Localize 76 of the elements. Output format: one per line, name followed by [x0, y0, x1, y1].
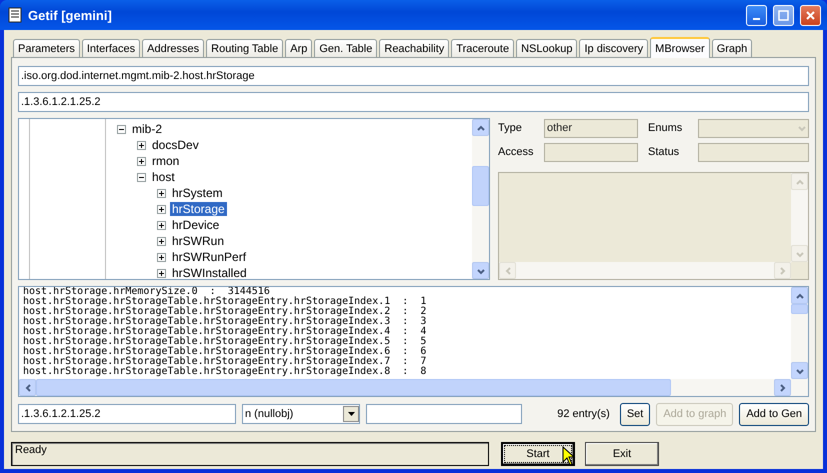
minimize-button[interactable]	[746, 4, 767, 26]
expand-box-icon[interactable]	[157, 236, 166, 246]
scroll-thumb[interactable]	[36, 379, 671, 396]
action-button[interactable]: Exit	[585, 442, 659, 466]
cursor-icon	[562, 446, 576, 466]
dropdown-arrow-icon	[348, 412, 354, 416]
scroll-thumb[interactable]	[791, 304, 808, 314]
horizontal-scrollbar[interactable]	[499, 262, 791, 279]
type-label: Type	[498, 122, 523, 134]
window-title: Getif [gemini]	[28, 8, 113, 22]
tab[interactable]: Parameters	[13, 39, 80, 57]
result-line: host.hrStorage.hrStorageTable.hrStorageEntry.hrStorageIndex.5 : 5	[23, 337, 428, 347]
horizontal-scrollbar[interactable]	[19, 379, 791, 396]
tab[interactable]: Graph	[712, 39, 752, 57]
expand-box-icon[interactable]	[157, 204, 166, 214]
maximize-icon	[778, 10, 789, 20]
result-line: host.hrStorage.hrStorageTable.hrStorageEntry.hrStorageIndex.8 : 8	[23, 367, 428, 377]
expand-box-icon[interactable]	[137, 140, 146, 150]
expand-box-icon[interactable]	[157, 252, 166, 262]
tab[interactable]: Addresses	[142, 39, 204, 57]
vertical-scrollbar[interactable]	[791, 287, 808, 379]
tab[interactable]: Traceroute	[451, 39, 514, 57]
expand-box-icon[interactable]	[157, 268, 166, 278]
result-line: host.hrStorage.hrStorageTable.hrStorageEntry.hrStorageIndex.6 : 6	[23, 347, 428, 357]
collapse-box-icon[interactable]	[137, 172, 146, 182]
status-text: Ready	[11, 442, 489, 466]
tree-item[interactable]: rmon	[150, 154, 182, 168]
result-line: host.hrStorage.hrStorageTable.hrStorageEntry.hrStorageIndex.7 : 7	[23, 357, 428, 367]
close-icon	[805, 10, 816, 20]
oid-field[interactable]: .1.3.6.1.2.1.25.2	[18, 92, 809, 112]
result-line: host.hrStorage.hrStorageTable.hrStorageEntry.hrStorageIndex.1 : 1	[23, 297, 428, 307]
status-label: Status	[648, 146, 680, 158]
enums-label: Enums	[648, 122, 684, 134]
tab[interactable]: MBrowser	[650, 37, 710, 58]
minimize-icon	[753, 18, 760, 20]
scroll-thumb[interactable]	[472, 166, 489, 206]
tree-item[interactable]: hrDevice	[170, 218, 222, 232]
tab[interactable]: NSLookup	[516, 39, 578, 57]
tab[interactable]: Arp	[285, 39, 312, 57]
tree-item[interactable]: host	[150, 170, 177, 184]
value-type-dropdown[interactable]: n (nullobj)	[242, 404, 360, 424]
oid-name-field[interactable]: .iso.org.dod.internet.mgmt.mib-2.host.hrStorage	[18, 66, 809, 86]
tab[interactable]: Routing Table	[206, 39, 284, 57]
maximize-button[interactable]	[773, 4, 794, 26]
tree-item[interactable]: hrSWRun	[170, 234, 226, 248]
expand-box-icon[interactable]	[137, 156, 146, 166]
tree-item[interactable]: mib-2	[130, 122, 164, 136]
type-field: other	[544, 118, 638, 138]
access-label: Access	[498, 146, 534, 158]
tree-item[interactable]: hrSWRunPerf	[170, 250, 248, 264]
value-field[interactable]	[366, 404, 522, 424]
tree-item[interactable]: hrSystem	[170, 186, 225, 200]
mib-tree[interactable]: mib-2 docsDev rmon host hrSystem hrStorage hrDevice hrSWRun hrSWRunPerf hrSWInstalled	[18, 118, 490, 280]
scrollbar-corner	[791, 379, 808, 396]
tab[interactable]: Ip discovery	[579, 39, 648, 57]
close-button[interactable]	[800, 4, 821, 26]
results-list[interactable]	[18, 286, 809, 397]
vertical-scrollbar[interactable]	[791, 173, 808, 262]
tree-item[interactable]: hrStorage	[170, 202, 227, 216]
entry-count: 92 entry(s)	[557, 408, 610, 420]
app-icon	[8, 7, 22, 23]
tab[interactable]: Gen. Table	[314, 39, 378, 57]
collapse-box-icon[interactable]	[117, 124, 126, 134]
tree-item[interactable]: hrSWInstalled	[170, 266, 249, 279]
expand-box-icon[interactable]	[157, 220, 166, 230]
tab[interactable]: Interfaces	[82, 39, 140, 57]
result-line: host.hrStorage.hrStorageTable.hrStorageEntry.hrStorageIndex.2 : 2	[23, 307, 428, 317]
result-line: host.hrStorage.hrStorageTable.hrStorageEntry.hrStorageIndex.3 : 3	[23, 317, 428, 327]
set-oid-field[interactable]: .1.3.6.1.2.1.25.2	[18, 404, 236, 424]
tree-item[interactable]: docsDev	[150, 138, 201, 152]
action-button[interactable]: Add to Gen	[739, 402, 809, 426]
expand-box-icon[interactable]	[157, 188, 166, 198]
tab[interactable]: Reachability	[379, 39, 450, 57]
vertical-scrollbar[interactable]	[472, 119, 489, 279]
result-line: host.hrStorage.hrStorageTable.hrStorageEntry.hrStorageIndex.4 : 4	[23, 327, 428, 337]
action-button[interactable]: Set	[620, 402, 650, 426]
